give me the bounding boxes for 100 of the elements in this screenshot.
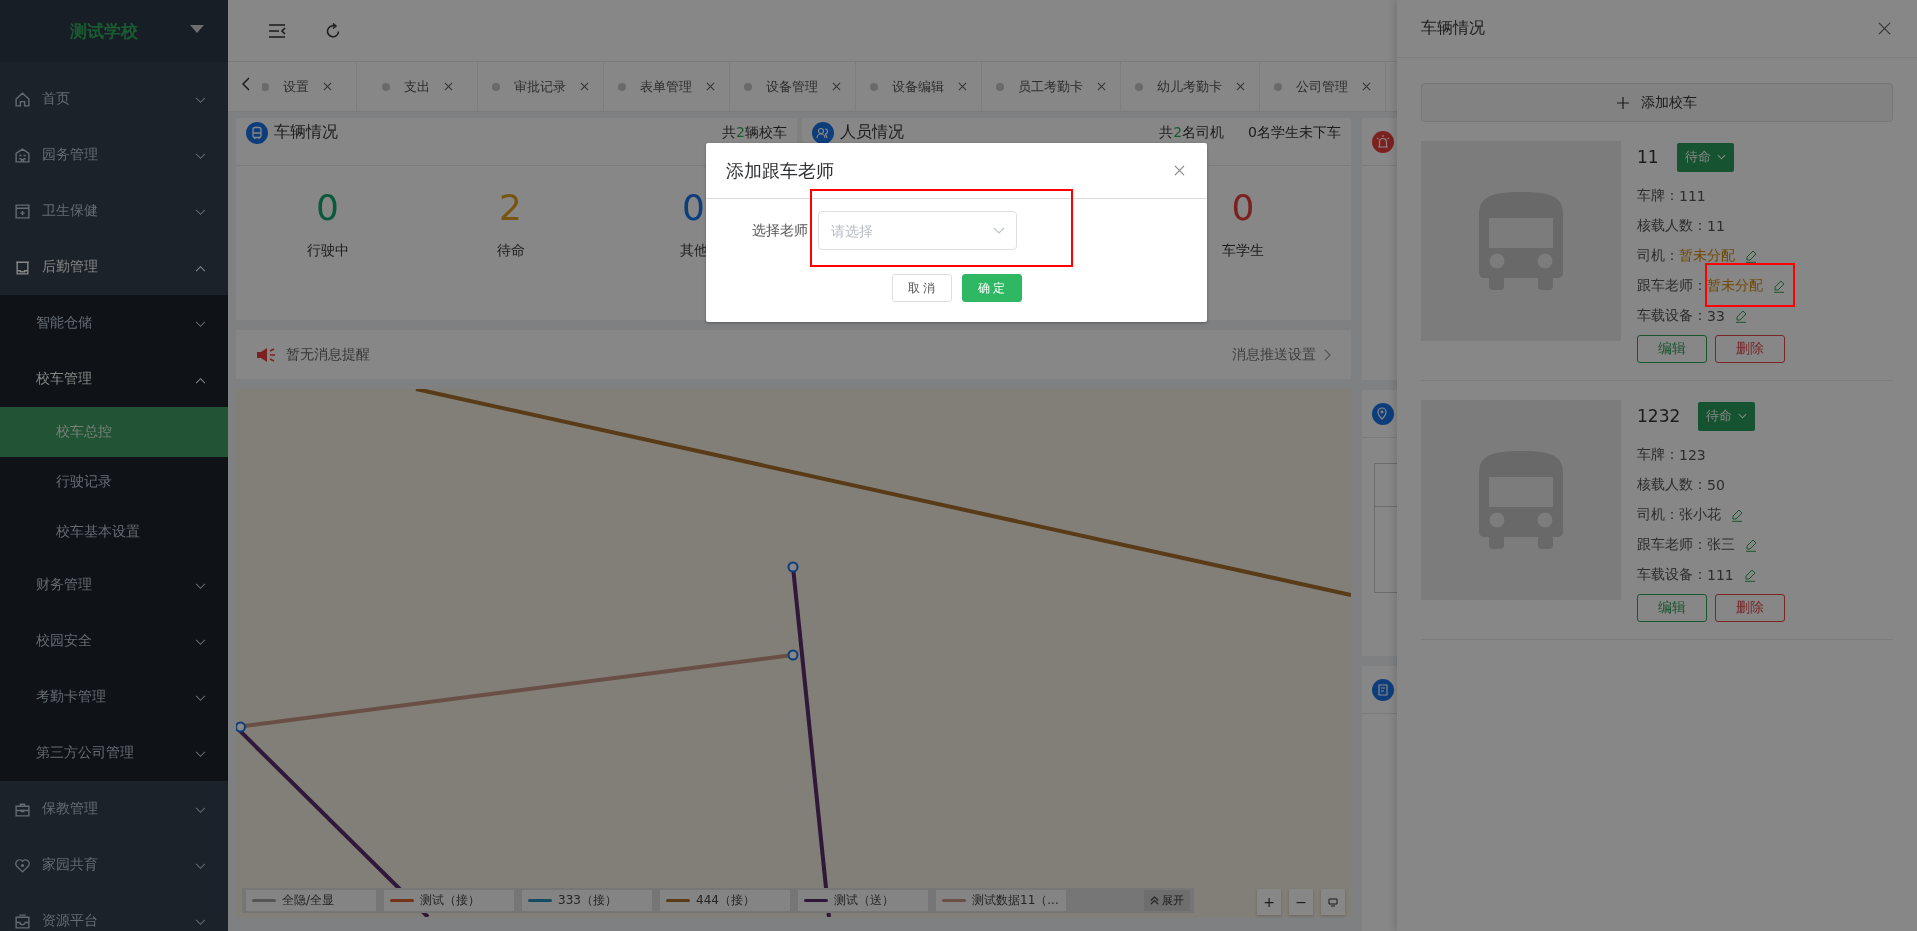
document-icon xyxy=(1372,678,1394,701)
zoom-out-button[interactable]: − xyxy=(1289,889,1313,915)
pencil-icon[interactable] xyxy=(1745,249,1757,263)
menu-item[interactable]: 资源平台 xyxy=(0,893,228,931)
close-icon[interactable] xyxy=(580,82,589,91)
menu-item[interactable]: 保教管理 xyxy=(0,781,228,837)
caret-icon[interactable] xyxy=(190,25,204,33)
legend-item[interactable]: 测试（接） xyxy=(384,890,514,911)
stat-label: 行驶中 xyxy=(306,242,349,260)
tab[interactable]: 设备编辑 xyxy=(856,62,982,111)
delete-button[interactable]: 删除 xyxy=(1715,335,1785,363)
menu-item[interactable]: 校车基本设置 xyxy=(0,507,228,557)
close-icon[interactable] xyxy=(706,82,715,91)
route-node[interactable] xyxy=(236,721,246,733)
add-bus-button[interactable]: 添加校车 xyxy=(1421,83,1893,122)
tab[interactable]: 设置 xyxy=(262,62,357,111)
menu-item[interactable]: 智能仓储 xyxy=(0,295,228,351)
status-dot xyxy=(1274,82,1282,91)
pencil-icon[interactable] xyxy=(1773,279,1785,293)
tab[interactable]: 审批记录 xyxy=(478,62,604,111)
close-icon[interactable] xyxy=(1174,165,1185,176)
status-dot xyxy=(996,82,1004,91)
stat-label: 车学生 xyxy=(1222,242,1264,260)
vehicle-count: 共2辆校车 xyxy=(722,123,787,142)
status-dropdown[interactable]: 待命 xyxy=(1676,142,1734,172)
menu-item[interactable]: 卫生保健 xyxy=(0,183,228,239)
plus-icon xyxy=(1617,96,1629,109)
field-label: 跟车老师： xyxy=(1637,536,1707,554)
speaker-icon xyxy=(256,345,276,364)
legend-item[interactable]: 测试（送） xyxy=(798,890,928,911)
menu-item[interactable]: 园务管理 xyxy=(0,127,228,183)
tab[interactable]: 幼儿考勤卡 xyxy=(1121,62,1260,111)
menu-item[interactable]: 家园共育 xyxy=(0,837,228,893)
cancel-button[interactable]: 取 消 xyxy=(891,274,952,302)
field-label: 跟车老师： xyxy=(1637,277,1707,295)
tab[interactable]: 设备管理 xyxy=(730,62,856,111)
status-dropdown[interactable]: 待命 xyxy=(1698,401,1756,431)
chevron-left-icon[interactable] xyxy=(242,76,250,91)
menu-item[interactable]: 财务管理 xyxy=(0,557,228,613)
close-icon[interactable] xyxy=(322,82,332,91)
tab[interactable]: 表单管理 xyxy=(604,62,730,111)
teacher-select[interactable]: 请选择 xyxy=(818,211,1017,250)
field-value: 11 xyxy=(1707,218,1725,234)
route-node[interactable] xyxy=(787,649,799,661)
legend-item[interactable]: 444（接） xyxy=(660,890,790,911)
heart-pin-icon xyxy=(14,856,31,874)
menu-fold-icon[interactable] xyxy=(268,22,286,39)
status-dot xyxy=(870,82,878,91)
status-dot xyxy=(618,82,626,91)
stat-value: 2 xyxy=(499,186,522,230)
close-icon[interactable] xyxy=(1878,22,1891,35)
chevron-right-icon xyxy=(1324,348,1331,361)
toolbox-icon xyxy=(14,800,31,818)
tab[interactable]: 支出 xyxy=(357,62,478,111)
stat-value: 0 xyxy=(316,186,339,230)
edit-button[interactable]: 编辑 xyxy=(1637,594,1707,622)
menu-item[interactable]: 校园安全 xyxy=(0,613,228,669)
push-settings-link[interactable]: 消息推送设置 xyxy=(1232,345,1331,364)
edit-button[interactable]: 编辑 xyxy=(1637,335,1707,363)
field-label: 司机： xyxy=(1637,506,1679,524)
legend-item[interactable]: 全隐/全显 xyxy=(246,890,376,911)
field-label: 司机： xyxy=(1637,247,1679,265)
close-icon[interactable] xyxy=(832,82,841,91)
driver-count: 共2名司机 xyxy=(1159,123,1225,142)
bus-name: 11 xyxy=(1637,147,1659,167)
menu-item[interactable]: 校车管理 xyxy=(0,351,228,407)
confirm-button[interactable]: 确 定 xyxy=(961,274,1022,302)
zoom-in-button[interactable]: + xyxy=(1257,889,1281,915)
bus-name: 1232 xyxy=(1637,406,1681,426)
stat-label: 待命 xyxy=(496,242,525,260)
menu-item[interactable]: 行驶记录 xyxy=(0,457,228,507)
close-icon[interactable] xyxy=(958,82,967,91)
menu-item[interactable]: 校车总控 xyxy=(0,407,228,457)
legend-item[interactable]: 测试数据11（... xyxy=(936,890,1066,911)
close-icon[interactable] xyxy=(1097,82,1106,91)
menu-item[interactable]: 后勤管理 xyxy=(0,239,228,295)
screen-icon xyxy=(1328,897,1338,907)
pencil-icon[interactable] xyxy=(1731,508,1743,522)
delete-button[interactable]: 删除 xyxy=(1715,594,1785,622)
refresh-icon[interactable] xyxy=(324,22,342,39)
tab[interactable]: 公司管理 xyxy=(1260,62,1386,111)
menu-item[interactable]: 考勤卡管理 xyxy=(0,669,228,725)
pencil-icon[interactable] xyxy=(1734,309,1747,323)
pencil-icon[interactable] xyxy=(1745,538,1757,552)
menu-item[interactable]: 首页 xyxy=(0,71,228,127)
field-value: 张小花 xyxy=(1679,506,1721,524)
field-value: 111 xyxy=(1707,567,1734,583)
chevron-down-icon xyxy=(1738,413,1748,419)
close-icon[interactable] xyxy=(443,82,453,91)
legend-item[interactable]: 333（接） xyxy=(522,890,652,911)
drawer-title: 车辆情况 xyxy=(1421,18,1485,39)
route-node[interactable] xyxy=(787,561,799,573)
close-icon[interactable] xyxy=(1362,82,1371,91)
pencil-icon[interactable] xyxy=(1743,568,1756,582)
menu-item[interactable]: 第三方公司管理 xyxy=(0,725,228,781)
screen-button[interactable] xyxy=(1321,889,1345,915)
field-value: 张三 xyxy=(1707,536,1735,554)
close-icon[interactable] xyxy=(1236,82,1245,91)
tab[interactable]: 员工考勤卡 xyxy=(982,62,1121,111)
expand-button[interactable]: 展开 xyxy=(1144,890,1190,911)
